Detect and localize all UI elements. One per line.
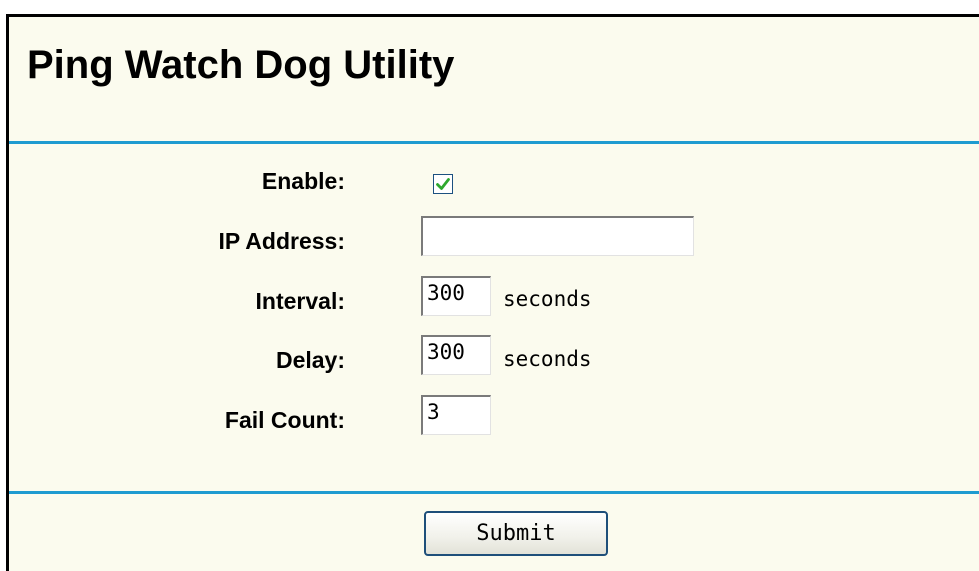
ip-address-label: IP Address: bbox=[218, 228, 345, 254]
enable-label: Enable: bbox=[261, 168, 345, 194]
checkmark-icon bbox=[436, 178, 450, 190]
interval-label: Interval: bbox=[255, 288, 345, 314]
page-title: Ping Watch Dog Utility bbox=[27, 43, 455, 87]
header-divider bbox=[9, 141, 979, 144]
delay-input[interactable]: 300 bbox=[421, 335, 491, 375]
page-frame: Ping Watch Dog Utility Enable: IP Addres… bbox=[6, 14, 979, 571]
fail-count-label: Fail Count: bbox=[224, 407, 345, 433]
footer-divider bbox=[9, 491, 979, 494]
interval-input[interactable]: 300 bbox=[421, 276, 491, 316]
interval-unit: seconds bbox=[503, 287, 592, 311]
submit-button[interactable]: Submit bbox=[424, 511, 608, 556]
fail-count-input[interactable]: 3 bbox=[421, 395, 491, 435]
delay-label: Delay: bbox=[275, 347, 345, 373]
ip-address-input[interactable] bbox=[421, 216, 694, 256]
delay-unit: seconds bbox=[503, 347, 592, 371]
enable-checkbox[interactable] bbox=[433, 174, 453, 194]
